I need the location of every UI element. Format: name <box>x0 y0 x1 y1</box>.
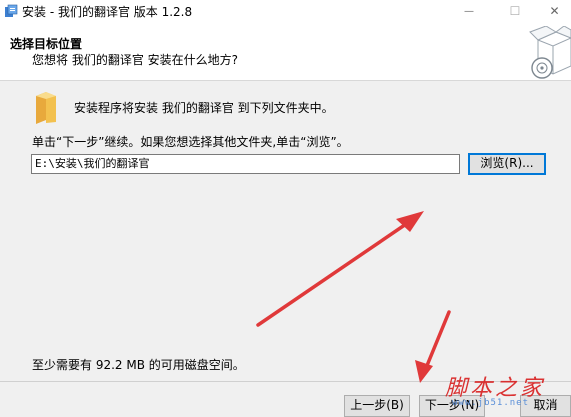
arrow-to-browse <box>256 211 424 327</box>
folder-icon <box>36 92 56 124</box>
browse-button[interactable]: 浏览(R)... <box>468 153 546 175</box>
wizard-header: 选择目标位置 您想将 我们的翻译官 安装在什么地方? <box>0 22 571 81</box>
instruction-text: 单击“下一步”继续。如果您想选择其他文件夹,单击“浏览”。 <box>32 135 349 149</box>
arrow-to-next <box>415 310 451 383</box>
intro-text: 安装程序将安装 我们的翻译官 到下列文件夹中。 <box>74 101 334 115</box>
title-bar[interactable]: 安装 - 我们的翻译官 版本 1.2.8 — ☐ ✕ <box>0 0 571 22</box>
minimize-icon: — <box>464 5 474 17</box>
watermark-url: www.jb51.net <box>452 398 530 408</box>
back-button[interactable]: 上一步(B) <box>344 395 410 417</box>
maximize-button[interactable]: ☐ <box>492 0 538 22</box>
close-button[interactable]: ✕ <box>538 0 571 22</box>
space-required-text: 至少需要有 92.2 MB 的可用磁盘空间。 <box>32 358 245 372</box>
box-disc-icon <box>529 26 571 79</box>
installer-window: 安装 - 我们的翻译官 版本 1.2.8 — ☐ ✕ 选择目标位置 您想将 我们… <box>0 0 571 417</box>
installer-icon <box>5 4 18 17</box>
close-icon: ✕ <box>549 4 560 18</box>
install-path-input[interactable]: E:\安装\我们的翻译官 <box>31 154 460 174</box>
page-subtitle: 您想将 我们的翻译官 安装在什么地方? <box>32 53 238 67</box>
minimize-button[interactable]: — <box>446 0 492 22</box>
page-title: 选择目标位置 <box>10 37 83 51</box>
maximize-icon: ☐ <box>509 4 521 18</box>
window-title: 安装 - 我们的翻译官 版本 1.2.8 <box>22 5 193 19</box>
